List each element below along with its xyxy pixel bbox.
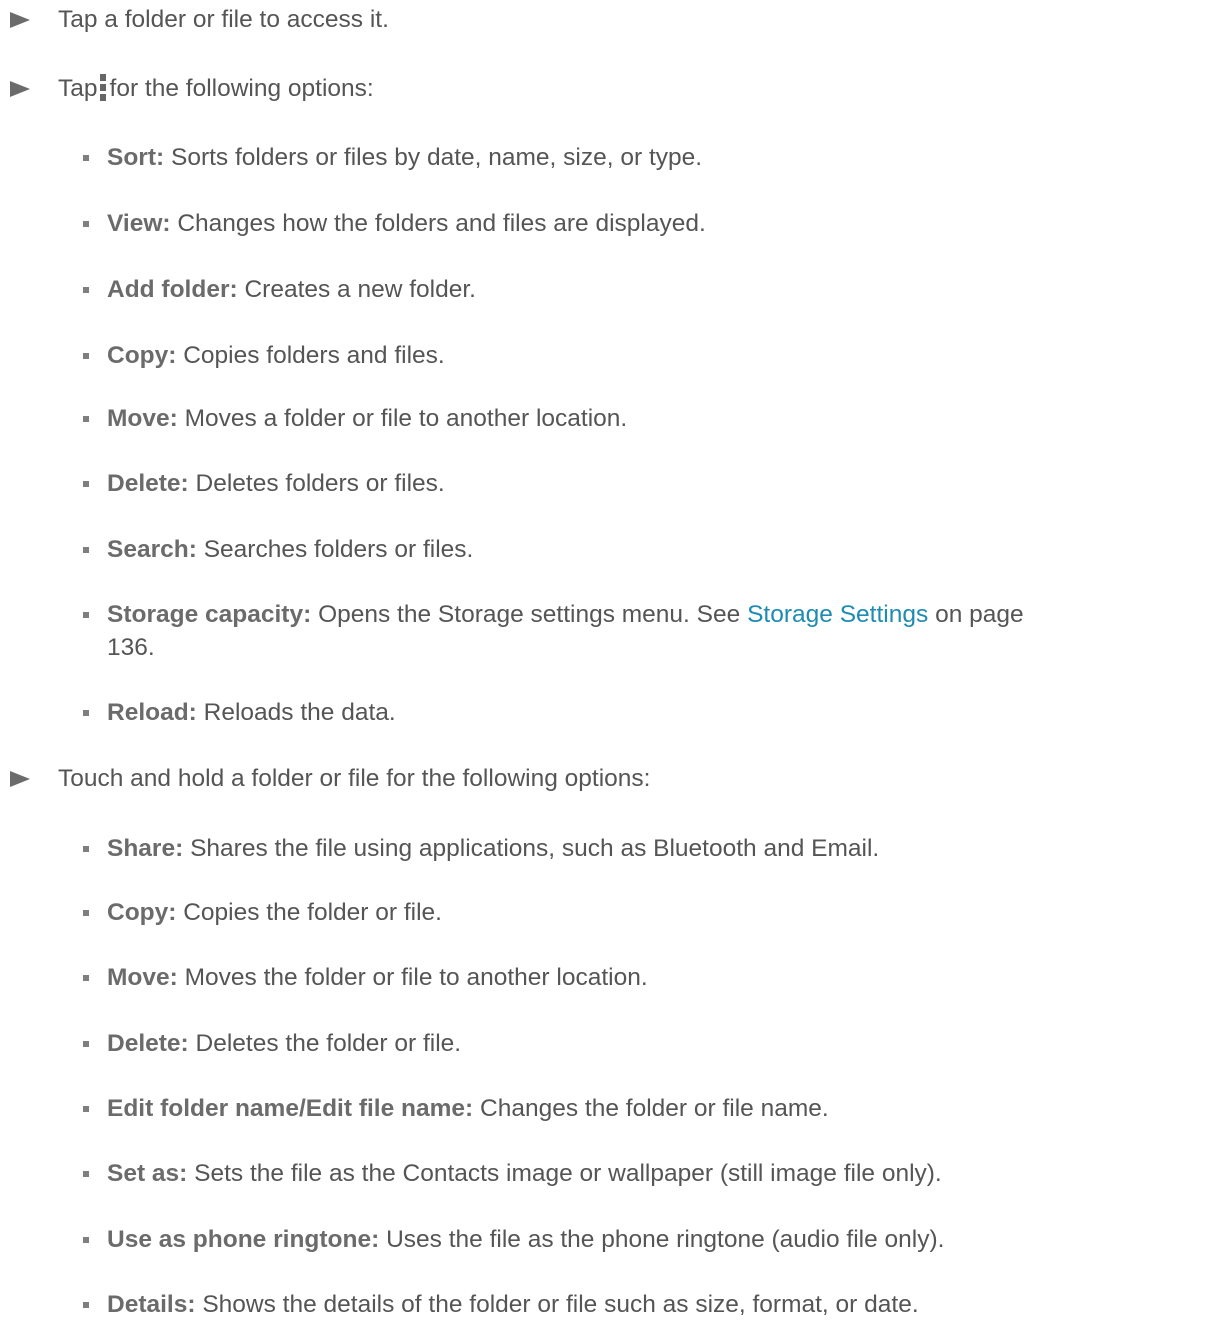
option-description: Deletes folders or files. [195,470,445,497]
square-bullet-icon [83,221,89,227]
square-bullet-icon [83,1171,89,1177]
instruction-text: Touch and hold a folder or file for the … [58,765,651,792]
option-term: Reload: [107,699,197,726]
square-bullet-icon [83,1106,89,1112]
square-bullet-icon [83,910,89,916]
option-term: View: [107,210,171,237]
option-description: Sets the file as the Contacts image or w… [194,1160,942,1187]
option-description: Changes the folder or file name. [480,1095,829,1122]
option-description-line2: 136. [107,634,155,661]
option-description: Searches folders or files. [203,536,474,563]
square-bullet-icon [83,975,89,981]
option-term: Use as phone ringtone: [107,1226,380,1253]
option-description: Deletes the folder or file. [195,1030,462,1057]
option-description: Opens the Storage settings menu. See [318,601,741,628]
option-description-cont: on page [935,601,1024,628]
option-term: Storage capacity: [107,601,312,628]
square-bullet-icon [83,710,89,716]
option-term: Share: [107,835,184,862]
option-description: Moves a folder or file to another locati… [184,405,628,432]
option-description: Creates a new folder. [244,276,476,303]
option-description: Reloads the data. [203,699,396,726]
square-bullet-icon [83,353,89,359]
option-description: Copies the folder or file. [183,899,442,926]
option-term: Add folder: [107,276,238,303]
option-term: Edit folder name/Edit file name: [107,1095,474,1122]
square-bullet-icon [83,1041,89,1047]
option-description: Shares the file using applications, such… [190,835,880,862]
option-term: Details: [107,1291,196,1318]
square-bullet-icon [83,612,89,618]
storage-settings-link[interactable]: Storage Settings [747,601,928,628]
square-bullet-icon [83,481,89,487]
option-description: Shows the details of the folder or file … [202,1291,919,1318]
arrow-bullet-icon [10,12,30,28]
option-description: Sorts folders or files by date, name, si… [170,144,703,171]
option-term: Move: [107,964,178,991]
option-term: Move: [107,405,178,432]
menu-dots-icon [99,74,106,102]
square-bullet-icon [83,1302,89,1308]
document-page: Tap a folder or file to access it. Tap fo… [0,0,1215,1324]
instruction-text: Tap for the following options: [58,74,374,102]
option-description: Copies folders and files. [183,342,445,369]
square-bullet-icon [83,1237,89,1243]
square-bullet-icon [83,155,89,161]
arrow-bullet-icon [10,771,30,787]
option-term: Delete: [107,470,189,497]
square-bullet-icon [83,547,89,553]
option-term: Search: [107,536,197,563]
instruction-text: Tap a folder or file to access it. [58,6,389,33]
option-description: Uses the file as the phone ringtone (aud… [386,1226,945,1253]
option-description: Moves the folder or file to another loca… [184,964,648,991]
square-bullet-icon [83,287,89,293]
option-term: Copy: [107,342,177,369]
square-bullet-icon [83,846,89,852]
square-bullet-icon [83,416,89,422]
option-term: Delete: [107,1030,189,1057]
arrow-bullet-icon [10,81,30,97]
option-term: Set as: [107,1160,188,1187]
option-term: Copy: [107,899,177,926]
option-description: Changes how the folders and files are di… [177,210,706,237]
option-term: Sort: [107,144,165,171]
